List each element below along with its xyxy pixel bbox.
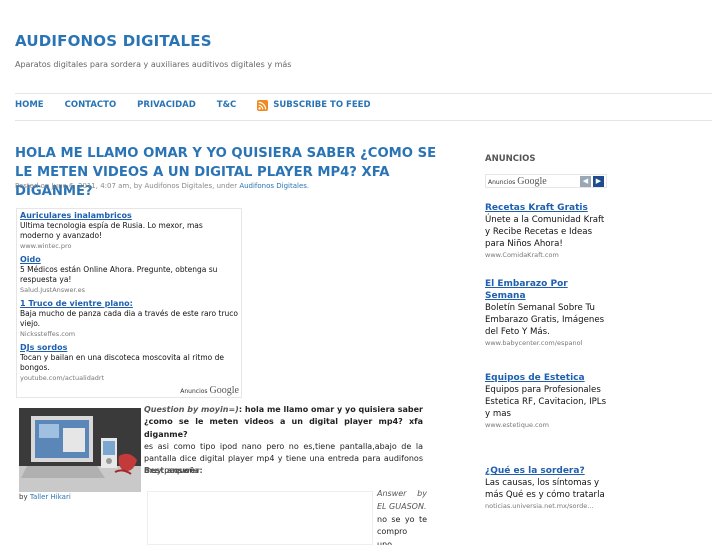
sidebar-ad-item: Recetas Kraft Gratis Únete a la Comunida… [485,202,607,260]
ad-description: 5 Médicos están Online Ahora. Pregunte, … [20,265,218,284]
nav-contacto[interactable]: CONTACTO [65,100,117,110]
answer-body: no se yo te compro uno. [377,514,427,545]
inline-ad-block: Auriculares inalambricos Ultima tecnolog… [16,208,242,398]
ad-description: Baja mucho de panza cada dia a través de… [20,309,239,328]
ad-pager: ◀ ▶ [578,175,604,187]
sidebar-ad-title-link[interactable]: ¿Qué es la sordera? [485,465,607,477]
post-category-link[interactable]: Audifonos Digitales [239,182,307,190]
subscribe-feed-label: SUBSCRIBE TO FEED [273,100,371,110]
sidebar-ad-url[interactable]: www.estetique.com [485,420,607,430]
ad-item: Auriculares inalambricos Ultima tecnolog… [20,211,238,251]
google-logo: Google [209,385,239,396]
chevron-left-icon[interactable]: ◀ [580,175,591,187]
site-description: Aparatos digitales para sordera y auxili… [15,60,292,69]
rss-icon [257,99,269,111]
ads-label: Anuncios [488,178,516,186]
ad-item: DJs sordos Tocan y bailan en una discote… [20,343,238,383]
answer-author: Answer by EL GUASON. [377,489,427,511]
ad-item: Oido 5 Médicos están Online Ahora. Pregu… [20,255,238,295]
subscribe-feed-link[interactable]: SUBSCRIBE TO FEED [257,99,371,111]
sidebar-ad-unit: Anuncios Google ◀ ▶ Recetas Kraft Gratis… [485,174,607,510]
ad-slot [147,491,373,545]
nav-tc[interactable]: T&C [217,100,236,110]
nav-divider [15,120,712,121]
question-author: Question by moyin=) [144,405,239,414]
ads-by-google-badge[interactable]: Anuncios Google [488,176,547,187]
post-photo [19,408,141,492]
sidebar-ad-url[interactable]: noticias.universia.net.mx/sorde... [485,501,607,511]
sidebar-ad-description: Las causas, los síntomas y más Qué es y … [485,478,605,500]
answer-block: Answer by EL GUASON. no se yo te compro … [377,488,427,545]
site-title[interactable]: AUDIFONOS DIGITALES [15,32,212,50]
best-answer-label: Best answer: [144,466,203,475]
main-nav: HOME CONTACTO PRIVACIDAD T&C SUBSCRIBE T… [15,98,392,112]
ads-by-google-badge[interactable]: Anuncios Google [180,385,239,396]
nav-home[interactable]: HOME [15,100,44,110]
ad-description: Ultima tecnologia espía de Rusia. Lo mex… [20,221,203,240]
ad-title-link[interactable]: DJs sordos [20,343,238,353]
sidebar-ad-item: El Embarazo Por Semana Boletín Semanal S… [485,278,607,348]
sidebar-ad-description: Únete a la Comunidad Kraft y Recibe Rece… [485,215,605,249]
sidebar-ad-url[interactable]: www.babycenter.com/espanol [485,338,607,348]
ad-url[interactable]: Nickssteffes.com [20,329,238,339]
ad-url[interactable]: youtube.com/actualidadrt [20,373,238,383]
ad-title-link[interactable]: Auriculares inalambricos [20,211,238,221]
google-logo: Google [517,175,547,187]
sidebar-ad-title-link[interactable]: Recetas Kraft Gratis [485,202,607,214]
chevron-right-icon[interactable]: ▶ [593,175,604,187]
photo-credit-prefix: by [19,493,28,501]
sidebar-heading: ANUNCIOS [485,154,536,164]
sidebar-ad-url[interactable]: www.ComidaKraft.com [485,250,607,260]
sidebar-ad-header: Anuncios Google ◀ ▶ [485,174,607,188]
ad-description: Tocan y bailan en una discoteca moscovit… [20,353,224,372]
ad-title-link[interactable]: 1 Truco de vientre plano: [20,299,238,309]
ads-label: Anuncios [180,388,208,395]
header-divider [15,93,712,94]
post-title[interactable]: HOLA ME LLAMO OMAR Y YO QUISIERA SABER ¿… [15,144,445,201]
sidebar-ad-item: ¿Qué es la sordera? Las causas, los sínt… [485,465,607,511]
ad-title-link[interactable]: Oido [20,255,238,265]
ad-url[interactable]: www.wintec.pro [20,241,238,251]
sidebar-ad-title-link[interactable]: Equipos de Estetica [485,372,607,384]
nav-privacidad[interactable]: PRIVACIDAD [137,100,196,110]
laptop-photo-illustration [19,408,141,492]
photo-credit: by Taller Hikari [19,493,71,501]
sidebar-ad-description: Equipos para Profesionales Estetica RF, … [485,385,607,419]
ad-item: 1 Truco de vientre plano: Baja mucho de … [20,299,238,339]
post-meta-text: Posted on June 6, 2011, 4:07 am, by Audi… [15,182,238,190]
sidebar-ad-description: Boletín Semanal Sobre Tu Embarazo Gratis… [485,303,605,337]
ad-url[interactable]: Salud.JustAnswer.es [20,285,238,295]
sidebar-ad-title-link[interactable]: El Embarazo Por Semana [485,278,607,302]
post-meta-suffix: . [306,182,310,190]
sidebar-ad-item: Equipos de Estetica Equipos para Profesi… [485,372,607,430]
post-meta: Posted on June 6, 2011, 4:07 am, by Audi… [15,182,309,190]
photo-credit-link[interactable]: Taller Hikari [30,493,71,501]
